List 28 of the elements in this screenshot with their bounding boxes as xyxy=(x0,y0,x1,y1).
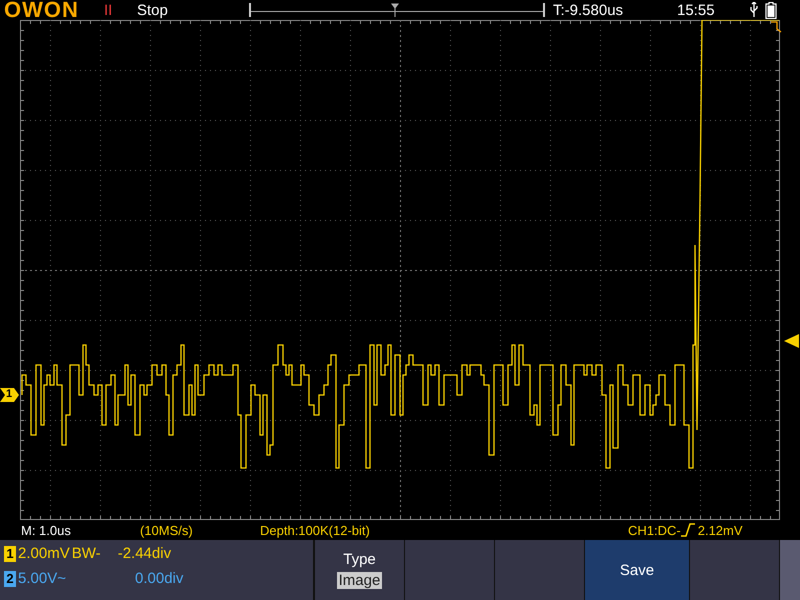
option-label: Type xyxy=(343,551,376,568)
sample-rate: (10MS/s) xyxy=(140,522,194,538)
channel-number: 2 xyxy=(4,570,16,586)
save-button[interactable]: Save xyxy=(584,540,689,600)
trigger-level-marker xyxy=(784,334,799,348)
trigger-level: 2.12mV xyxy=(698,522,743,538)
channel-scale: 2.00mV xyxy=(18,545,70,562)
panel-edge xyxy=(779,540,800,600)
channel-marker-label: 1 xyxy=(6,388,12,401)
usb-icon xyxy=(749,2,759,18)
channel-offset: 0.00div xyxy=(135,570,184,587)
bandwidth-limit: BW- xyxy=(72,545,102,562)
clock: 15:55 xyxy=(677,2,716,18)
option-value: Image xyxy=(336,572,382,589)
battery-icon xyxy=(765,2,777,18)
trigger-time: T:-9.580us xyxy=(553,2,624,18)
brand-logo: OWON xyxy=(4,0,80,20)
rising-edge-icon xyxy=(680,523,695,537)
type-menu-option[interactable]: Type Image xyxy=(314,540,404,600)
run-indicator: II xyxy=(104,2,114,18)
channel-offset: -2.44div xyxy=(118,545,172,562)
channel-scale: 5.00V~ xyxy=(18,570,67,587)
timebase: M: 1.0us xyxy=(21,522,72,538)
channel-number: 1 xyxy=(4,546,16,562)
memory-depth: Depth:100K(12-bit) xyxy=(260,522,371,538)
trigger-position-marker xyxy=(771,21,782,33)
trigger-source: CH1:DC- xyxy=(628,522,681,538)
run-status: Stop xyxy=(137,2,169,18)
